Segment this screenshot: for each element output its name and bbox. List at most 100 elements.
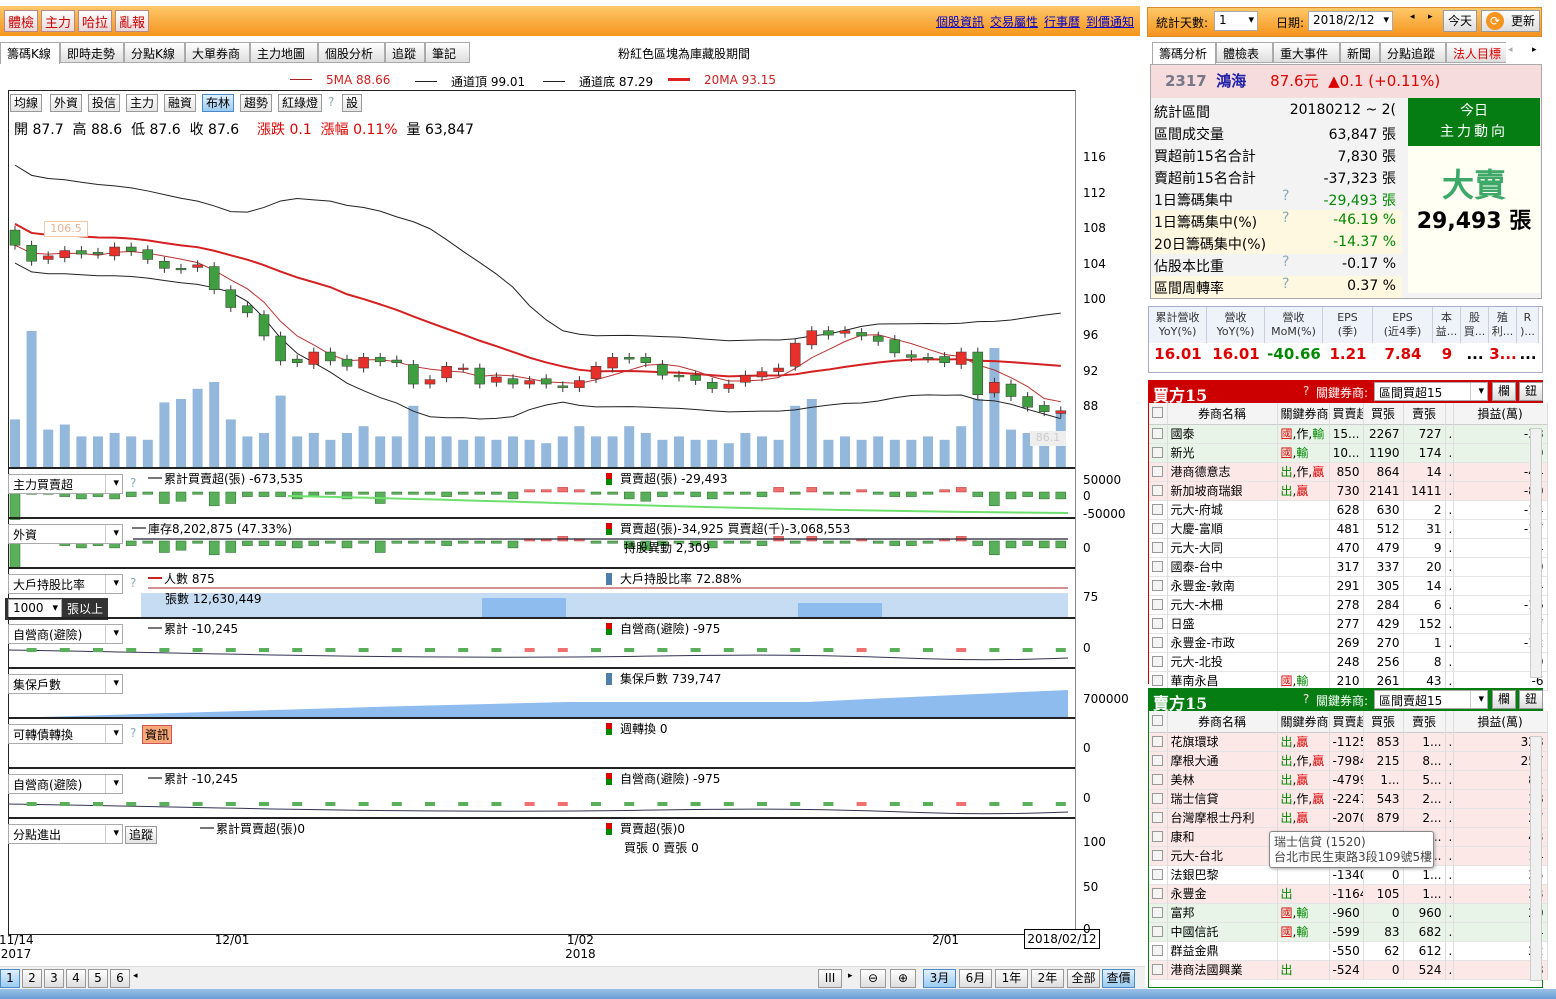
table-row[interactable]: 花旗環球出,贏-112538531....328 (1149, 732, 1548, 751)
table-row[interactable]: 永豐金-敦南29130514.-4 (1149, 576, 1548, 595)
range-button-4[interactable]: 全部 (1067, 969, 1100, 988)
column-header[interactable]: 關鍵券商 (1277, 711, 1330, 732)
table-row[interactable]: 大慶-富順48151231.-17 (1149, 519, 1548, 538)
column-header[interactable]: 損益(萬) (1453, 711, 1548, 732)
tab-6[interactable]: 追蹤 (385, 42, 425, 63)
help-icon[interactable]: ? (130, 476, 136, 490)
select-all-checkbox[interactable] (1152, 407, 1164, 419)
row-checkbox[interactable] (1152, 522, 1163, 534)
key-broker-select[interactable]: 區間買超15 (1374, 382, 1488, 401)
chart-tool-1[interactable]: 外資 (50, 94, 83, 112)
panel-select[interactable]: 分點進出 (8, 824, 123, 844)
table-row[interactable]: 國泰國,作,輸15...2267727.-38 (1149, 424, 1548, 443)
row-checkbox[interactable] (1152, 754, 1163, 766)
panel-select[interactable]: 主力買賣超 (8, 474, 123, 494)
column-header[interactable]: 買賣超 (1329, 711, 1364, 732)
range-button-1[interactable]: 6月 (959, 969, 992, 988)
help-icon[interactable]: ? (328, 95, 334, 109)
panel-select[interactable]: 外資 (8, 524, 123, 544)
sell-scrollbar[interactable] (1530, 736, 1542, 981)
zoom-in-button[interactable]: ⊕ (890, 969, 916, 988)
table-row[interactable]: 新光國,輸10...1190174.-9 (1149, 443, 1548, 462)
rumor-button[interactable]: 亂報 (115, 10, 150, 32)
column-header[interactable]: 買張 (1363, 711, 1404, 732)
row-checkbox[interactable] (1152, 792, 1163, 804)
chart-tool-3[interactable]: 主力 (126, 94, 159, 112)
chart-canvas[interactable] (8, 90, 1076, 935)
column-header[interactable]: 賣張 (1403, 711, 1446, 732)
right-tab-3[interactable]: 新聞 (1340, 42, 1380, 63)
tabs-next-icon[interactable]: ▸ (1532, 45, 1537, 55)
column-header[interactable]: 買賣超 (1329, 403, 1364, 424)
help-icon[interactable]: ? (1282, 254, 1289, 270)
row-checkbox[interactable] (1152, 465, 1163, 477)
row-checkbox[interactable] (1152, 849, 1163, 861)
row-checkbox[interactable] (1152, 560, 1163, 572)
table-row[interactable]: 元大-木柵2782846.-16 (1149, 595, 1548, 614)
table-row[interactable]: 港商德意志出,作,贏85086414.-44 (1149, 462, 1548, 481)
table-row[interactable]: 新加坡商瑞銀出,贏73021411411.-80 (1149, 481, 1548, 500)
buy-scrollbar[interactable] (1530, 428, 1542, 678)
row-checkbox[interactable] (1152, 868, 1163, 880)
chart-tool-5[interactable]: 布林 (202, 94, 235, 112)
help-icon[interactable]: ? (1303, 692, 1309, 706)
chart-tool-2[interactable]: 投信 (88, 94, 121, 112)
right-tab-1[interactable]: 體檢表 (1216, 42, 1273, 63)
row-checkbox[interactable] (1152, 944, 1163, 956)
row-checkbox[interactable] (1152, 636, 1163, 648)
table-row[interactable]: 港商法國興業出-5240524.8 (1149, 960, 1548, 979)
tab-3[interactable]: 大單券商 (185, 42, 250, 63)
table-row[interactable]: 日盛277429152.-7 (1149, 614, 1548, 633)
key-broker-select[interactable]: 區間賣超15 (1374, 690, 1488, 709)
row-checkbox[interactable] (1152, 579, 1163, 591)
help-icon[interactable]: ? (1282, 276, 1289, 292)
row-checkbox[interactable] (1152, 674, 1163, 686)
table-row[interactable]: 摩根大通出,作,贏-79842158....257 (1149, 751, 1548, 770)
threshold-select[interactable]: 1000 (8, 599, 62, 619)
page-button-6[interactable]: 6 (110, 969, 130, 988)
tab-7[interactable]: 筆記 (425, 42, 470, 63)
table-row[interactable]: 永豐金-市政2692701.-12 (1149, 633, 1548, 652)
tab-2[interactable]: 分點K線 (124, 42, 185, 63)
link-trade-attr[interactable]: 交易屬性 (990, 15, 1038, 29)
row-checkbox[interactable] (1152, 963, 1163, 975)
table-row[interactable]: 瑞士信貸出,作,贏-22475432....38 (1149, 789, 1548, 808)
panel-select[interactable]: 可轉債轉換 (8, 724, 123, 744)
row-checkbox[interactable] (1152, 427, 1163, 439)
scroll-right-icon[interactable]: ▸ (848, 971, 853, 981)
link-stock-info[interactable]: 個股資訊 (936, 15, 984, 29)
table-row[interactable]: 台灣摩根士丹利出,贏-20708792....27 (1149, 808, 1548, 827)
zoom-out-button[interactable]: ⊖ (860, 969, 886, 988)
page-button-2[interactable]: 2 (22, 969, 42, 988)
table-row[interactable]: 中國信託國,輸-59983682.4 (1149, 922, 1548, 941)
right-tab-2[interactable]: 重大事件 (1273, 42, 1340, 63)
column-header[interactable]: 損益(萬) (1453, 403, 1548, 424)
chart-tool-7[interactable]: 紅綠燈 (278, 94, 323, 112)
tab-5[interactable]: 個股分析 (318, 42, 385, 63)
today-button[interactable]: 今天 (1443, 10, 1477, 32)
columns-button[interactable]: 欄 (1492, 382, 1516, 401)
link-calendar[interactable]: 行事曆 (1044, 15, 1080, 29)
tab-1[interactable]: 即時走勢 (60, 42, 124, 63)
page-button-4[interactable]: 4 (66, 969, 86, 988)
right-tab-4[interactable]: 分點追蹤 (1380, 42, 1446, 63)
scroll-thumb[interactable]: III (818, 969, 842, 988)
table-row[interactable]: 元大-府城6286302.-14 (1149, 500, 1548, 519)
column-header[interactable] (1445, 403, 1454, 424)
help-icon[interactable]: ? (1303, 384, 1309, 398)
column-header[interactable]: 關鍵券商 (1277, 403, 1330, 424)
settings-button[interactable]: 設 (342, 94, 363, 112)
pages-scroll-left-icon[interactable]: ◂ (133, 971, 138, 981)
column-header[interactable]: 買張 (1363, 403, 1404, 424)
column-header[interactable] (1445, 711, 1454, 732)
right-tab-5[interactable]: 法人目標 (1446, 42, 1506, 63)
page-button-5[interactable]: 5 (88, 969, 108, 988)
row-checkbox[interactable] (1152, 830, 1163, 842)
row-checkbox[interactable] (1152, 655, 1163, 667)
table-row[interactable]: 群益金鼎-55062612.22 (1149, 941, 1548, 960)
help-icon[interactable]: ? (1282, 210, 1289, 226)
buttons-button[interactable]: 鈕 (1519, 382, 1543, 401)
days-select[interactable]: 1 (1214, 11, 1258, 31)
next-date-icon[interactable]: ▸ (1428, 12, 1433, 22)
range-button-3[interactable]: 2年 (1031, 969, 1064, 988)
